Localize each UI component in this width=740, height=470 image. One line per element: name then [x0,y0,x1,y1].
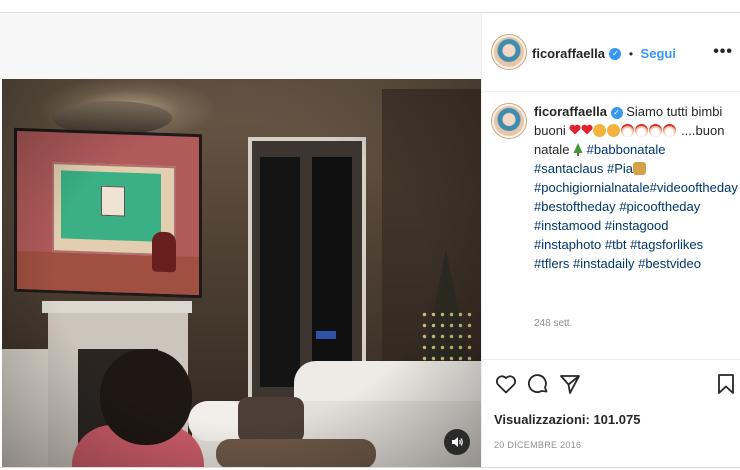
caption-emojis [569,123,681,138]
santa-face-icon [621,124,635,137]
hashtag[interactable]: #instaphoto [534,237,601,252]
santa-face-icon [663,124,677,137]
hashtag[interactable]: #bestoftheday [534,199,616,214]
heart-eyes-face-icon [593,124,607,137]
speaker-icon[interactable] [444,429,470,455]
post-header: ficoraffaella ✓ • Segui ••• [482,13,740,92]
hashtag[interactable]: #instagood [605,218,669,233]
hashtag[interactable]: #instamood [534,218,601,233]
avatar[interactable] [492,35,526,69]
more-options-icon[interactable]: ••• [713,43,733,61]
follow-button[interactable]: Segui [641,46,676,61]
caption-area: ficoraffaella ✓ Siamo tutti bimbi buoni … [482,92,740,358]
hashtag[interactable]: #videooftheday [650,180,738,195]
heart-eyes-face-icon [607,124,621,137]
hashtag[interactable]: #pochigiornialnatale [534,180,650,195]
send-icon[interactable] [558,372,582,396]
caption: ficoraffaella ✓ Siamo tutti bimbi buoni … [534,102,738,273]
speaker-glyph [452,437,463,447]
red-heart-icon [569,124,581,135]
post-video[interactable] [2,79,481,467]
instagram-post-frame: ficoraffaella ✓ • Segui ••• ficoraffaell… [0,12,740,468]
hashtag[interactable]: #picooftheday [619,199,700,214]
post-sidebar: ficoraffaella ✓ • Segui ••• ficoraffaell… [481,13,740,467]
hashtag[interactable]: #tflers [534,256,569,271]
media-top-padding [0,13,481,79]
post-date[interactable]: 20 DICEMBRE 2016 [494,440,581,450]
header-username[interactable]: ficoraffaella [532,46,605,61]
video-vignette [2,79,481,467]
hashtag[interactable]: #babbonatale [587,142,666,157]
verified-badge-icon: ✓ [610,106,623,119]
caption-username[interactable]: ficoraffaella [534,104,607,119]
action-bar: Visualizzazioni: 101.075 20 DICEMBRE 201… [482,359,740,468]
views-count[interactable]: Visualizzazioni: 101.075 [494,412,640,427]
bookmark-icon[interactable] [714,372,738,396]
caption-avatar[interactable] [492,104,526,138]
header-separator: • [628,47,634,61]
verified-badge-icon: ✓ [609,47,622,60]
hashtag[interactable]: #bestvideo [638,256,701,271]
santa-face-icon [649,124,663,137]
time-ago[interactable]: 248 sett. [534,318,572,329]
red-heart-icon [581,124,593,135]
christmas-tree-icon [573,143,583,156]
heart-icon[interactable] [494,372,518,396]
hashtag[interactable]: #Pia [607,161,633,176]
header-user-line: ficoraffaella ✓ • Segui [532,45,676,63]
hashtag[interactable]: #santaclaus [534,161,603,176]
hashtag[interactable]: #tbt [605,237,627,252]
santa-face-icon [635,124,649,137]
hashtag[interactable]: #instadaily [573,256,634,271]
comment-icon[interactable] [526,372,550,396]
hashtag[interactable]: #tagsforlikes [630,237,703,252]
family-icon [633,162,647,175]
